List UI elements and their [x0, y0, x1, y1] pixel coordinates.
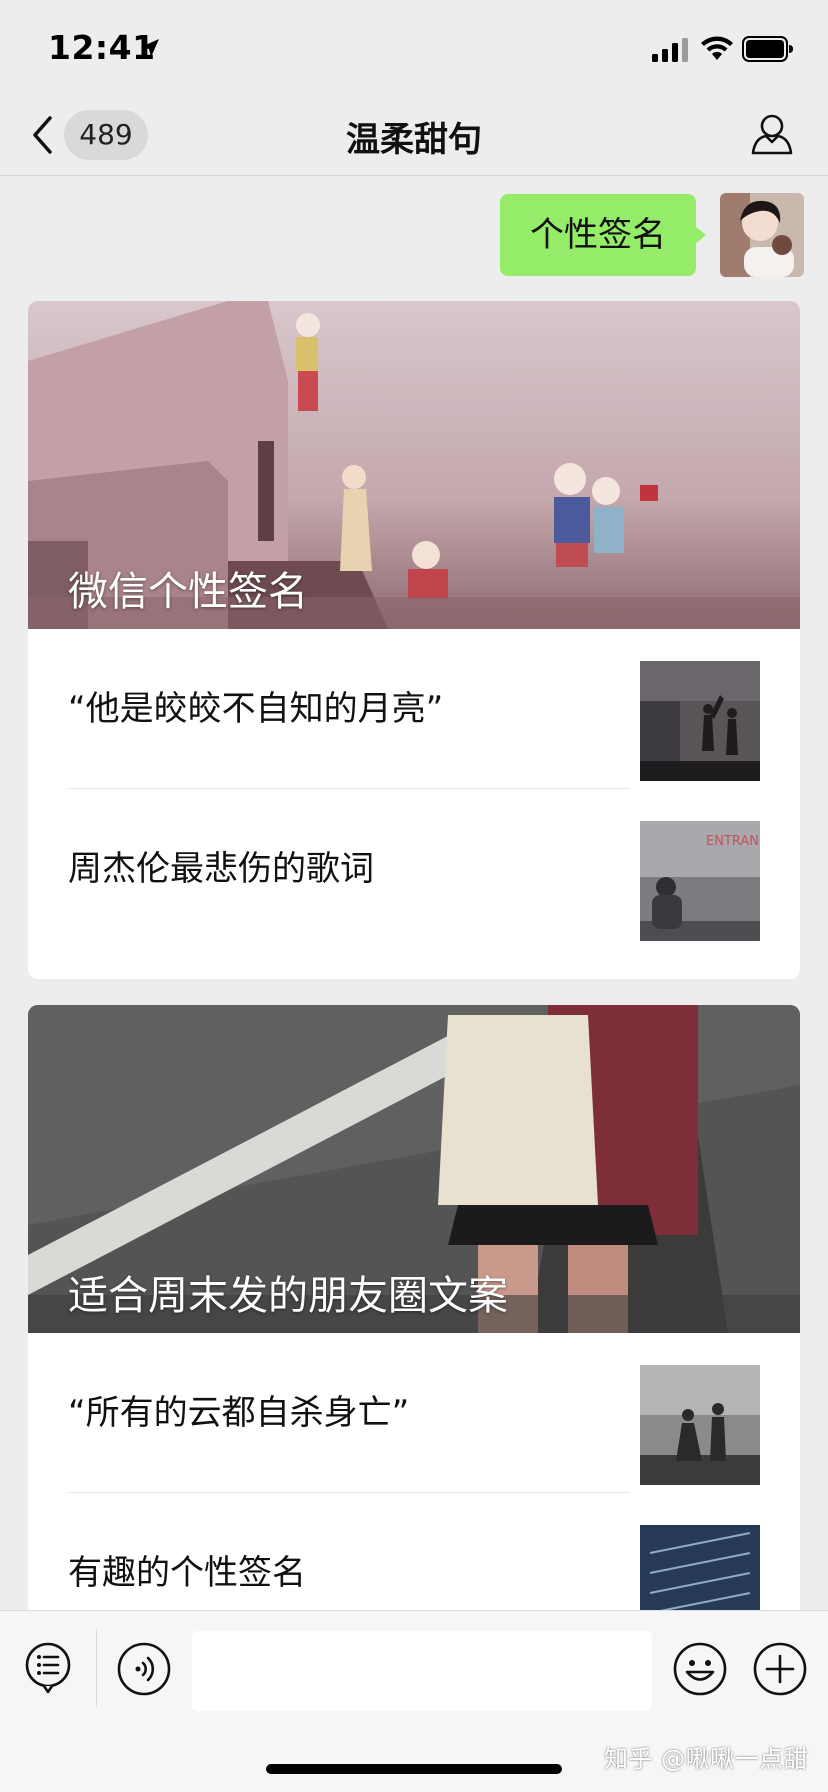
article-list-item[interactable]: 有趣的个性签名 [28, 1493, 800, 1625]
cellular-signal-icon [652, 38, 688, 62]
article-list-item[interactable]: 周杰伦最悲伤的歌词 ENTRAN [28, 789, 800, 949]
menu-list-icon[interactable] [24, 1641, 72, 1693]
sent-message-bubble[interactable]: 个性签名 [500, 194, 696, 276]
article-cover[interactable]: 微信个性签名 [28, 301, 800, 629]
message-input[interactable] [192, 1631, 652, 1711]
article-thumbnail [640, 1365, 760, 1485]
profile-icon[interactable] [750, 112, 794, 156]
article-thumbnail: ENTRAN [640, 821, 760, 941]
article-title: “所有的云都自杀身亡” [68, 1393, 410, 1433]
unread-count-badge[interactable]: 489 [64, 110, 148, 160]
article-cover-title: 适合周末发的朋友圈文案 [68, 1273, 508, 1319]
bubble-tail [695, 226, 706, 244]
plus-icon[interactable] [752, 1641, 808, 1697]
status-bar: 12:41 [0, 0, 828, 100]
zhihu-watermark: 知乎 @啾啾一点甜 [604, 1745, 809, 1773]
article-cover[interactable]: 适合周末发的朋友圈文案 [28, 1005, 800, 1333]
battery-icon [742, 36, 793, 62]
chat-screen: 12:41 489 温柔甜句 个性签名 微信个性签名 “他是皎皎不自知的月亮” … [0, 0, 828, 1792]
chat-header: 489 温柔甜句 [0, 100, 828, 176]
article-title: 周杰伦最悲伤的歌词 [68, 849, 374, 889]
user-avatar[interactable] [720, 193, 804, 277]
article-thumbnail [640, 661, 760, 781]
home-indicator[interactable] [266, 1764, 562, 1774]
article-card[interactable]: 适合周末发的朋友圈文案 “所有的云都自杀身亡” 有趣的个性签名 [28, 1005, 800, 1625]
article-cover-title: 微信个性签名 [68, 569, 308, 615]
wifi-icon [701, 36, 733, 60]
article-list-item[interactable]: “所有的云都自杀身亡” [28, 1333, 800, 1493]
emoji-icon[interactable] [672, 1641, 728, 1697]
article-title: 有趣的个性签名 [68, 1553, 306, 1593]
article-title: “他是皎皎不自知的月亮” [68, 689, 444, 729]
input-separator [96, 1629, 97, 1707]
svg-text:ENTRAN: ENTRAN [706, 834, 759, 849]
location-arrow-icon [141, 39, 159, 57]
voice-input-icon[interactable] [116, 1641, 172, 1697]
article-list-item[interactable]: “他是皎皎不自知的月亮” [28, 629, 800, 789]
back-chevron-icon[interactable] [30, 114, 56, 156]
article-card[interactable]: 微信个性签名 “他是皎皎不自知的月亮” 周杰伦最悲伤的歌词 ENTRAN [28, 301, 800, 979]
